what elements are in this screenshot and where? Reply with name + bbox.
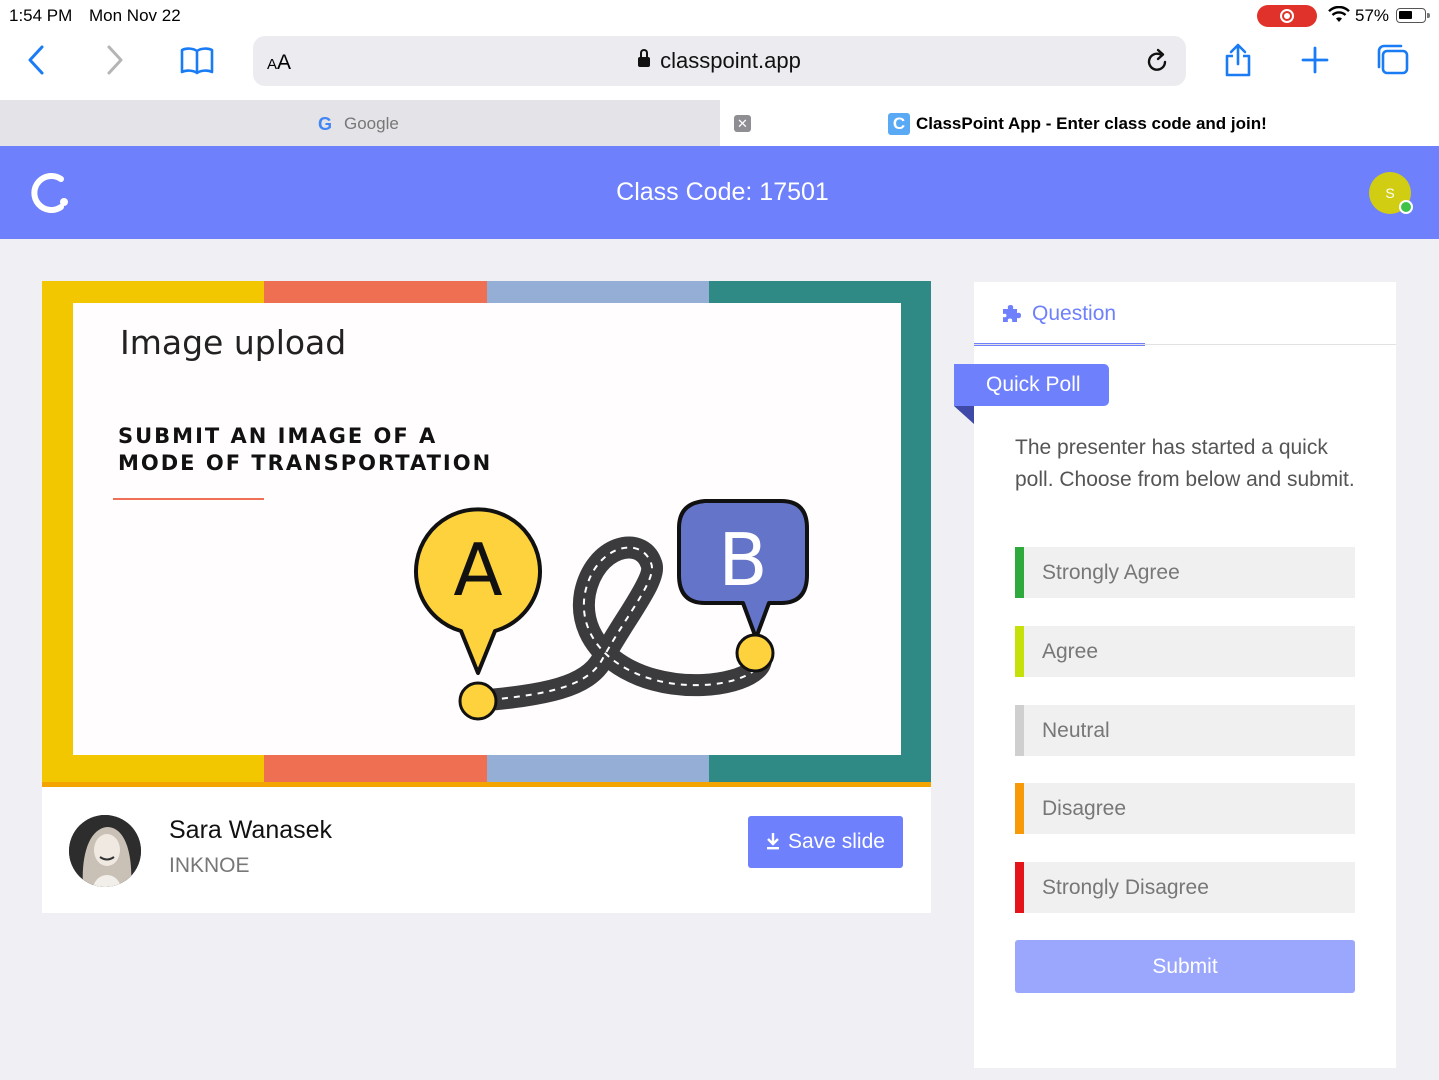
tab-strip: G Google ✕ C ClassPoint App - Enter clas… <box>0 100 1439 146</box>
poll-option-neutral[interactable]: Neutral <box>1015 705 1355 756</box>
lock-icon <box>638 49 651 67</box>
share-icon[interactable] <box>1223 42 1253 78</box>
google-g-icon: G <box>318 114 333 134</box>
presenter-name: Sara Wanasek <box>169 816 333 844</box>
bookmarks-icon[interactable] <box>179 42 215 78</box>
poll-option-agree[interactable]: Agree <box>1015 626 1355 677</box>
poll-option-strongly-disagree[interactable]: Strongly Disagree <box>1015 862 1355 913</box>
class-code: Class Code: 17501 <box>616 178 829 206</box>
question-type-badge: Quick Poll <box>954 364 1109 406</box>
reload-icon[interactable] <box>1146 48 1170 74</box>
poll-option-disagree[interactable]: Disagree <box>1015 783 1355 834</box>
slide-divider <box>113 498 264 500</box>
presenter-avatar <box>69 815 141 887</box>
submit-button[interactable]: Submit <box>1015 940 1355 993</box>
slide-subtitle: SUBMIT AN IMAGE OF A MODE OF TRANSPORTAT… <box>118 424 493 475</box>
tab-divider <box>974 344 1396 345</box>
save-slide-button[interactable]: Save slide <box>748 816 903 868</box>
app-header: Class Code: 17501 S <box>0 146 1439 239</box>
slide-content: Image upload SUBMIT AN IMAGE OF A MODE O… <box>73 303 901 755</box>
presenter-organization: INKNOE <box>169 854 250 877</box>
avatar[interactable]: S <box>1369 172 1413 214</box>
close-tab-icon[interactable]: ✕ <box>734 115 751 132</box>
tab-question-label: Question <box>1032 302 1117 325</box>
address-bar[interactable]: AA classpoint.app <box>253 36 1186 86</box>
tab-label: ClassPoint App - Enter class code and jo… <box>916 114 1267 133</box>
slide-image: Image upload SUBMIT AN IMAGE OF A MODE O… <box>42 281 931 782</box>
road-a-to-b-illustration: A B <box>414 499 809 721</box>
presenter-info: Sara Wanasek INKNOE Save slide <box>42 787 931 913</box>
tab-question[interactable]: Question <box>974 282 1145 346</box>
poll-option-strongly-agree[interactable]: Strongly Agree <box>1015 547 1355 598</box>
wifi-icon <box>1328 6 1350 22</box>
forward-icon[interactable] <box>103 42 125 78</box>
classpoint-c-icon: C <box>888 113 910 135</box>
screen-recording-icon[interactable] <box>1257 5 1317 27</box>
tab-overview-icon[interactable] <box>1375 42 1411 78</box>
status-time: 1:54 PM <box>9 6 73 25</box>
battery-icon <box>1396 8 1430 23</box>
save-slide-label: Save slide <box>788 830 885 853</box>
battery-percent: 57% <box>1355 6 1390 25</box>
pin-a-label: A <box>453 528 502 612</box>
status-date: Mon Nov 22 <box>89 6 181 25</box>
tab-google[interactable]: G Google <box>0 100 720 146</box>
puzzle-icon <box>1003 305 1021 322</box>
avatar-initial: S <box>1385 185 1395 201</box>
url-text[interactable]: classpoint.app <box>253 48 1186 74</box>
back-icon[interactable] <box>26 42 48 78</box>
tab-classpoint[interactable]: ✕ C ClassPoint App - Enter class code an… <box>720 100 1439 146</box>
slide-title: Image upload <box>120 323 347 362</box>
question-prompt: The presenter has started a quick poll. … <box>1015 436 1355 491</box>
tab-label: Google <box>344 114 399 133</box>
question-panel: Question Quick Poll The presenter has st… <box>954 282 1396 1068</box>
status-bar: 1:54 PM Mon Nov 22 57% <box>0 0 1439 30</box>
slide-card: Image upload SUBMIT AN IMAGE OF A MODE O… <box>42 281 931 913</box>
ribbon-fold <box>954 406 974 424</box>
pin-b-label: B <box>718 518 767 602</box>
download-icon <box>767 833 780 850</box>
new-tab-icon[interactable] <box>1300 42 1330 78</box>
browser-toolbar: AA classpoint.app <box>0 30 1439 100</box>
online-status-icon <box>1399 200 1413 214</box>
